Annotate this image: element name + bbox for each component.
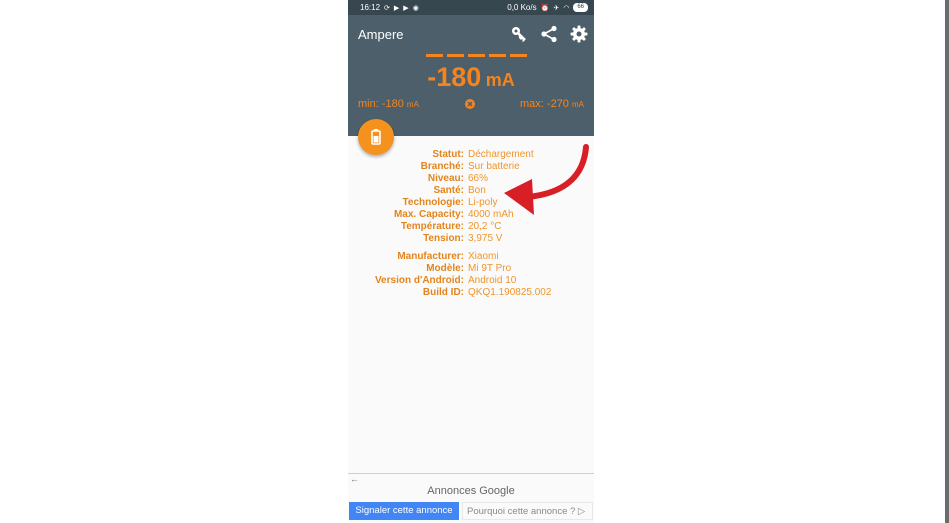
red-arrow-annotation: [504, 144, 589, 215]
ads-header: Annonces Google: [427, 485, 515, 497]
min-reading: min: -180 mA: [358, 98, 419, 110]
max-label: max: -270: [520, 98, 569, 110]
current-unit: mA: [485, 70, 515, 90]
reset-icon[interactable]: [465, 99, 475, 109]
why-this-ad-link[interactable]: Pourquoi cette annonce ? ▷: [462, 502, 593, 520]
app-title: Ampere: [358, 27, 404, 42]
max-unit: mA: [572, 100, 584, 109]
max-reading: max: -270 mA: [520, 98, 584, 110]
info-row: Manufacturer: Xiaomi: [397, 251, 499, 262]
phone-screen: 16:12 ⟳ ▶ ▶ ◉ 0,0 Ko/s ⏰ ✈ ◠ 66 Ampere -…: [348, 0, 594, 523]
window-edge: [945, 0, 949, 523]
ad-back-arrow[interactable]: ←: [350, 474, 359, 484]
info-row: Tension: 3,975 V: [423, 233, 503, 244]
info-row: Version d'Android: Android 10: [374, 275, 517, 286]
share-icon[interactable]: [540, 25, 558, 43]
history-dashes: [426, 54, 527, 57]
current-value: -180: [427, 62, 482, 92]
current-reading: -180 mA: [348, 62, 594, 93]
key-icon[interactable]: [510, 25, 528, 43]
report-ad-button[interactable]: Signaler cette annonce: [349, 502, 459, 520]
battery-icon: [371, 129, 381, 145]
info-row: Build ID: QKQ1.190825.002: [422, 287, 552, 298]
airplane-icon: ✈: [553, 4, 560, 12]
info-row: Température: 20,2 °C: [400, 221, 502, 232]
min-unit: mA: [406, 100, 419, 109]
info-row: Modèle: Mi 9T Pro: [426, 263, 512, 274]
min-label: min: -180: [358, 98, 404, 110]
location-icon: ◉: [412, 4, 419, 12]
sync-icon: ⟳: [384, 4, 390, 12]
gear-icon[interactable]: [570, 25, 588, 43]
app-header: Ampere -180 mA min: -180 mA max: -270 mA: [348, 15, 594, 136]
status-time: 16:12: [360, 3, 381, 12]
wifi-icon: ◠: [563, 4, 570, 12]
device-info-list: Manufacturer: Xiaomi Modèle: Mi 9T Pro Ver…: [348, 251, 594, 299]
battery-icon: 66: [573, 3, 588, 12]
network-speed: 0,0 Ko/s: [507, 3, 537, 12]
alarm-icon: ⏰: [540, 4, 550, 12]
ad-divider: [348, 473, 594, 474]
status-bar: 16:12 ⟳ ▶ ▶ ◉ 0,0 Ko/s ⏰ ✈ ◠ 66: [348, 0, 594, 15]
play-icon: ▶: [393, 4, 400, 12]
play-icon: ▶: [403, 4, 409, 12]
